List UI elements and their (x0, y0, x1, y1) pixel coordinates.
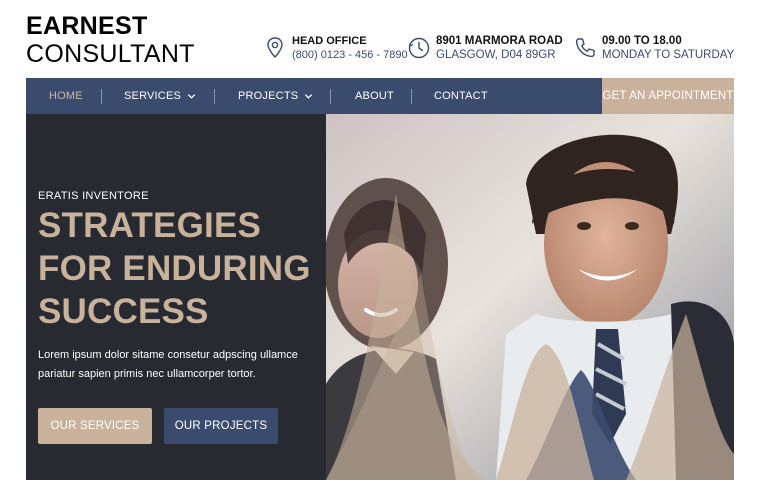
hero-photo (326, 114, 734, 480)
hero-headline-line-1: STRATEGIES (38, 206, 262, 245)
nav-projects-label: PROJECTS (238, 90, 299, 102)
hours-info: 09.00 TO 18.00 MONDAY TO SATURDAY (572, 34, 734, 62)
hero-headline: STRATEGIES FOR ENDURING SUCCESS (38, 204, 338, 333)
nav-divider (101, 89, 102, 104)
head-office-info: HEAD OFFICE (800) 0123 - 456 - 7890 (262, 34, 408, 62)
nav-services[interactable]: SERVICES (124, 78, 196, 114)
head-office-title: HEAD OFFICE (292, 35, 367, 47)
head-office-phone[interactable]: (800) 0123 - 456 - 7890 (292, 48, 408, 62)
logo[interactable]: EARNEST CONSULTANT (26, 12, 195, 68)
nav-services-label: SERVICES (124, 90, 182, 102)
our-projects-button[interactable]: OUR PROJECTS (164, 408, 278, 444)
get-appointment-button[interactable]: GET AN APPOINTMENT (602, 78, 734, 114)
logo-line-1: EARNEST (26, 12, 148, 40)
hours-time: 09.00 TO 18.00 (602, 35, 682, 47)
chevron-down-icon (305, 93, 313, 99)
nav-projects[interactable]: PROJECTS (238, 78, 313, 114)
our-services-button[interactable]: OUR SERVICES (38, 408, 152, 444)
nav-about-label: ABOUT (355, 90, 394, 102)
phone-icon (575, 38, 595, 58)
address-city: GLASGOW, D04 89GR (436, 49, 556, 61)
address-title: 8901 MARMORA ROAD (436, 35, 563, 47)
logo-line-2: CONSULTANT (26, 40, 195, 68)
nav-divider (214, 89, 215, 104)
clock-icon (408, 37, 430, 59)
address-info: 8901 MARMORA ROAD GLASGOW, D04 89GR (406, 34, 563, 62)
chevron-down-icon (187, 93, 196, 99)
main-nav: HOME SERVICES PROJECTS ABOUT CONTACT GET… (26, 78, 734, 114)
nav-divider (411, 89, 412, 104)
hero-section: ERATIS INVENTORE STRATEGIES FOR ENDURING… (26, 114, 734, 480)
map-pin-icon (267, 37, 283, 59)
hero-description: Lorem ipsum dolor sitame consetur adpsci… (38, 349, 298, 380)
nav-home[interactable]: HOME (49, 78, 83, 114)
nav-divider (330, 89, 331, 104)
hero-eyebrow: ERATIS INVENTORE (38, 190, 149, 202)
nav-contact-label: CONTACT (434, 90, 488, 102)
nav-contact[interactable]: CONTACT (434, 78, 488, 114)
nav-about[interactable]: ABOUT (355, 78, 394, 114)
hours-days: MONDAY TO SATURDAY (602, 49, 735, 61)
hero-headline-line-2: FOR ENDURING (38, 249, 311, 288)
page: EARNEST CONSULTANT HEAD OFFICE (800) 012… (0, 0, 760, 490)
hero-headline-line-3: SUCCESS (38, 292, 209, 331)
nav-home-label: HOME (49, 90, 83, 102)
